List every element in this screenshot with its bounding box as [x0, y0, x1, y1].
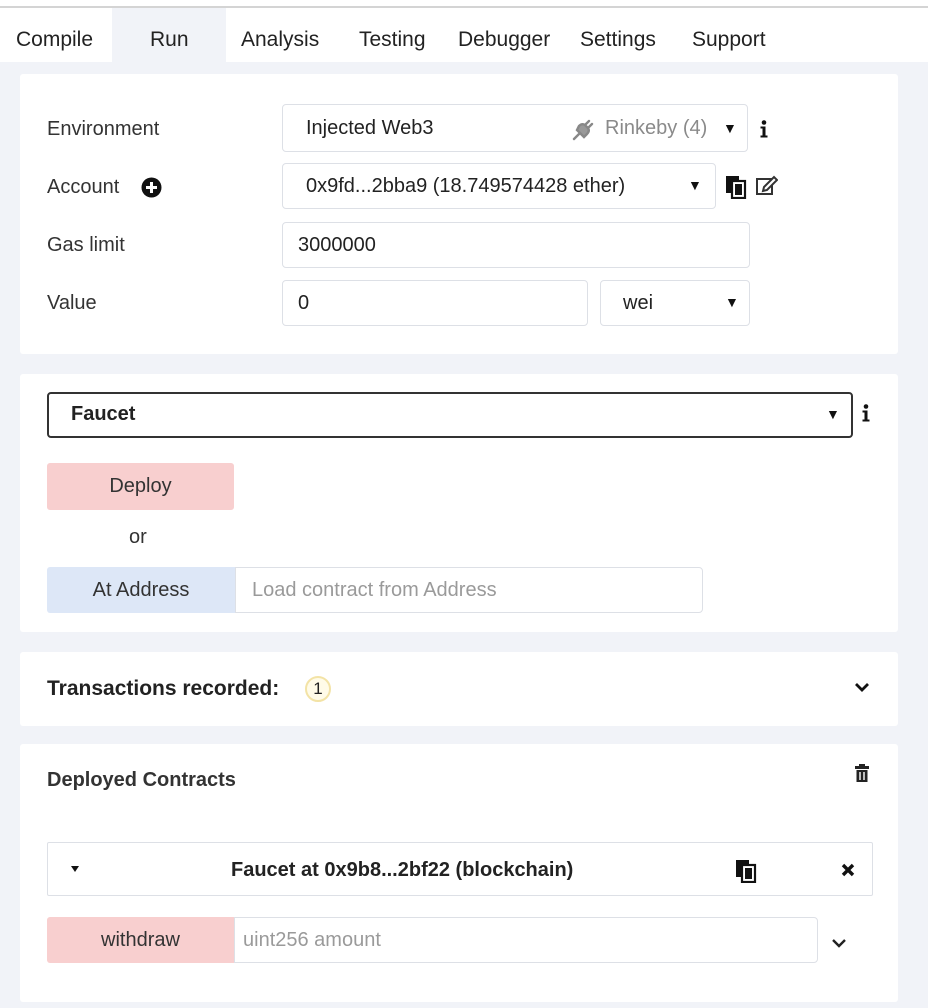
contract-panel: Faucet ▼ Deploy or At Address Load contr… — [20, 374, 898, 632]
deploy-button[interactable]: Deploy — [47, 463, 234, 510]
chevron-down-icon: ▼ — [723, 120, 737, 136]
info-icon[interactable] — [759, 120, 769, 138]
plug-icon — [572, 119, 594, 141]
caret-down-icon[interactable] — [70, 865, 80, 873]
environment-value: Injected Web3 — [306, 117, 434, 139]
value-input[interactable]: 0 — [282, 280, 588, 326]
gas-limit-value: 3000000 — [298, 234, 376, 256]
trash-icon[interactable] — [854, 764, 870, 783]
deployed-contracts-panel: Deployed Contracts Faucet at 0x9b8...2bf… — [20, 744, 898, 1002]
contract-instance-label: Faucet at 0x9b8...2bf22 (blockchain) — [231, 859, 574, 881]
value-amount: 0 — [298, 292, 310, 314]
tab-compile[interactable]: Compile — [16, 28, 93, 52]
tab-support[interactable]: Support — [692, 28, 766, 52]
contract-instance[interactable]: Faucet at 0x9b8...2bf22 (blockchain) — [47, 842, 873, 896]
transactions-count-badge: 1 — [305, 676, 331, 702]
gas-limit-label: Gas limit — [47, 234, 125, 256]
tab-run[interactable]: Run — [150, 28, 189, 52]
value-unit-select[interactable]: wei ▼ — [600, 280, 750, 326]
tab-testing[interactable]: Testing — [359, 28, 426, 52]
at-address-button[interactable]: At Address — [47, 567, 235, 613]
copy-icon[interactable] — [725, 175, 747, 199]
network-label: Rinkeby (4) — [605, 117, 708, 139]
value-unit: wei — [623, 292, 654, 314]
chevron-down-icon[interactable] — [831, 937, 847, 949]
environment-panel: Environment Injected Web3 Rinkeby (4) ▼ … — [20, 74, 898, 354]
tab-analysis[interactable]: Analysis — [241, 28, 319, 52]
edit-icon[interactable] — [756, 175, 778, 195]
account-select[interactable]: 0x9fd...2bba9 (18.749574428 ether) ▼ — [282, 163, 716, 209]
chevron-down-icon: ▼ — [826, 406, 840, 422]
transactions-panel[interactable]: Transactions recorded: 1 — [20, 652, 898, 726]
withdraw-amount-input[interactable]: uint256 amount — [234, 917, 818, 963]
tab-debugger[interactable]: Debugger — [458, 28, 550, 52]
info-icon[interactable] — [861, 404, 871, 422]
chevron-down-icon: ▼ — [725, 294, 739, 310]
at-address-placeholder: Load contract from Address — [252, 579, 497, 601]
at-address-input[interactable]: Load contract from Address — [235, 567, 703, 613]
value-label: Value — [47, 292, 97, 314]
transactions-label: Transactions recorded: — [47, 677, 280, 700]
environment-select[interactable]: Injected Web3 Rinkeby (4) ▼ — [282, 104, 748, 152]
deployed-contracts-title: Deployed Contracts — [47, 769, 236, 791]
copy-icon[interactable] — [735, 859, 757, 883]
environment-label: Environment — [47, 118, 160, 140]
withdraw-button[interactable]: withdraw — [47, 917, 234, 963]
account-value: 0x9fd...2bba9 (18.749574428 ether) — [306, 175, 626, 197]
account-label: Account — [47, 176, 120, 198]
tab-settings[interactable]: Settings — [580, 28, 656, 52]
selected-contract: Faucet — [71, 403, 136, 425]
window-top-border — [0, 0, 928, 8]
plus-circle-icon[interactable] — [141, 177, 162, 198]
chevron-down-icon: ▼ — [688, 177, 702, 193]
gas-limit-input[interactable]: 3000000 — [282, 222, 750, 268]
contract-select[interactable]: Faucet ▼ — [47, 392, 853, 438]
withdraw-amount-placeholder: uint256 amount — [243, 929, 381, 951]
chevron-down-icon[interactable] — [854, 681, 870, 693]
close-icon[interactable] — [841, 863, 855, 877]
or-text: or — [129, 526, 147, 548]
